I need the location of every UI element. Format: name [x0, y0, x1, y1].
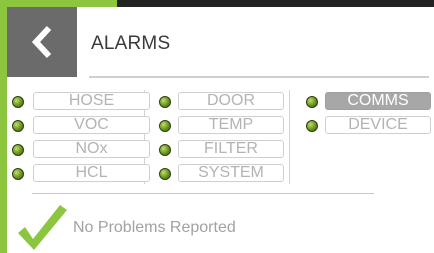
alarm-status-led: [12, 168, 24, 180]
alarm-status-led: [12, 96, 24, 108]
alarm-tag-system[interactable]: SYSTEM: [178, 164, 284, 182]
alarm-status-led: [159, 96, 171, 108]
alarm-status-led: [306, 96, 318, 108]
alarm-status-led: [306, 120, 318, 132]
alarm-tag-voc[interactable]: VOC: [33, 116, 150, 134]
alarm-status-led: [159, 144, 171, 156]
alarm-tag-comms[interactable]: COMMS: [325, 92, 431, 110]
alarm-tag-hcl[interactable]: HCL: [33, 164, 150, 182]
alarm-status-led: [159, 168, 171, 180]
alarm-tag-hose[interactable]: HOSE: [33, 92, 150, 110]
alarm-status-led: [12, 120, 24, 132]
header-accent-bar: [0, 0, 117, 7]
alarm-status-led: [12, 144, 24, 156]
column-divider: [289, 90, 290, 184]
alarm-tag-filter[interactable]: FILTER: [178, 140, 284, 158]
alarm-status-led: [159, 120, 171, 132]
alarm-tag-device[interactable]: DEVICE: [325, 116, 431, 134]
alarm-tag-nox[interactable]: NOx: [33, 140, 150, 158]
status-divider: [32, 193, 374, 194]
alarm-tag-temp[interactable]: TEMP: [178, 116, 284, 134]
status-message: No Problems Reported: [73, 219, 236, 236]
back-button[interactable]: [7, 7, 77, 77]
alarm-tag-door[interactable]: DOOR: [178, 92, 284, 110]
title-divider: [89, 76, 429, 78]
page-title: ALARMS: [91, 33, 171, 54]
header-dark-bar: [117, 0, 434, 7]
left-accent-strip: [0, 7, 7, 253]
checkmark-icon: [18, 205, 67, 250]
chevron-left-icon: [31, 25, 52, 59]
